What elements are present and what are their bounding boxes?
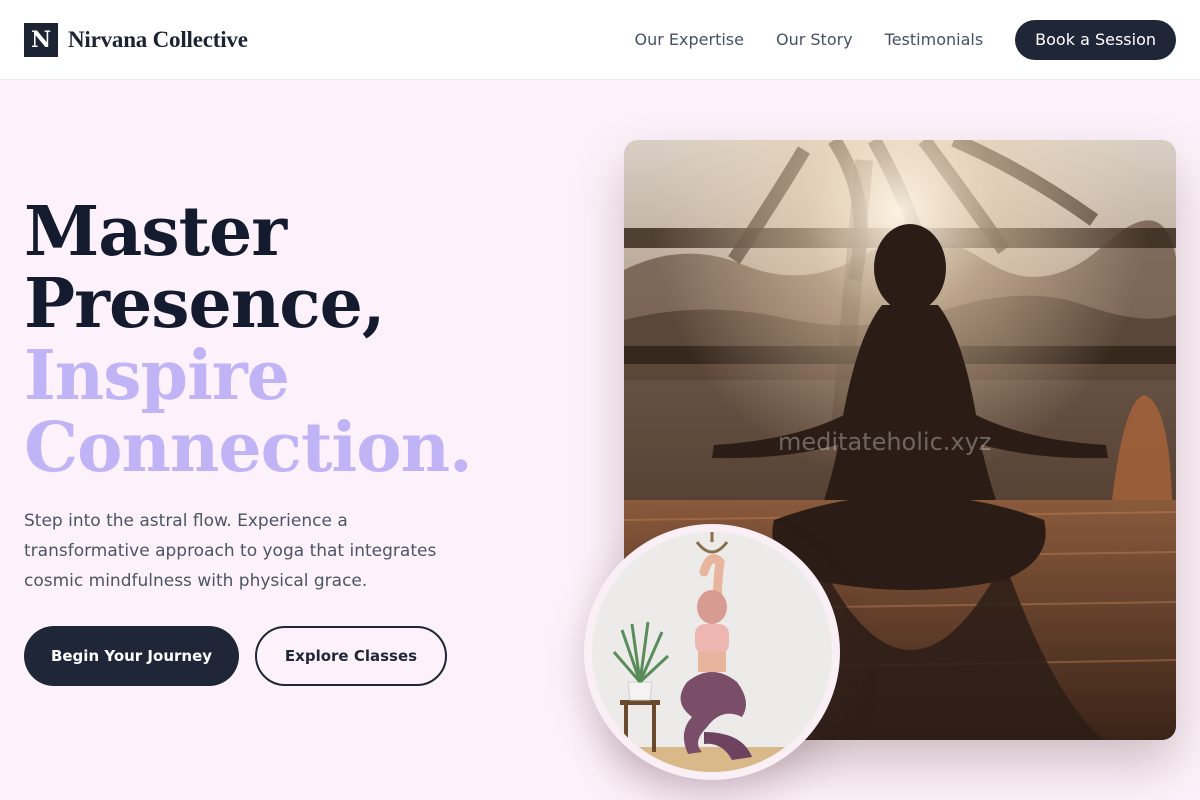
explore-classes-button[interactable]: Explore Classes	[255, 626, 447, 686]
hero-title-line: Master	[24, 192, 287, 272]
yoga-pose-photo	[584, 524, 840, 780]
main-nav: Our Expertise Our Story Testimonials Boo…	[635, 19, 1176, 60]
yoga-pose-photo-inner	[592, 532, 832, 772]
brand[interactable]: N Nirvana Collective	[24, 22, 248, 57]
logo-icon: N	[24, 22, 58, 57]
book-session-button[interactable]: Book a Session	[1015, 19, 1176, 60]
hero-title-accent-line: Connection.	[24, 408, 473, 488]
hero-subtitle: Step into the astral flow. Experience a …	[24, 511, 437, 591]
begin-journey-button[interactable]: Begin Your Journey	[24, 626, 239, 686]
brand-name: Nirvana Collective	[68, 26, 248, 52]
nav-link-testimonials[interactable]: Testimonials	[885, 30, 984, 49]
hero-title-accent-line: Inspire	[24, 336, 290, 416]
hero-title: Master Presence, Inspire Connection.	[24, 192, 473, 488]
nav-link-our-expertise[interactable]: Our Expertise	[635, 30, 744, 49]
hero-title-line: Presence,	[24, 264, 386, 344]
site-header: N Nirvana Collective Our Expertise Our S…	[0, 0, 1200, 80]
yoga-pose-illustration	[592, 532, 832, 772]
nav-link-our-story[interactable]: Our Story	[776, 30, 853, 49]
